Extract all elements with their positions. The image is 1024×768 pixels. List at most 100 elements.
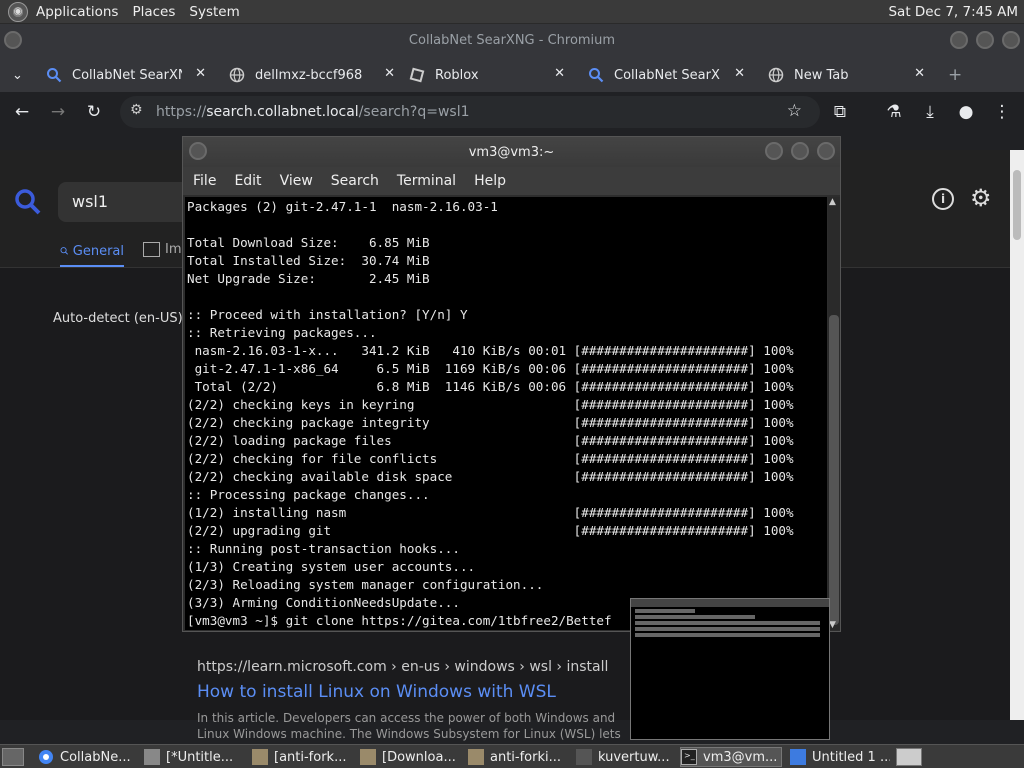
- distro-logo-icon[interactable]: ◉: [8, 1, 28, 22]
- minimize-icon[interactable]: [765, 142, 783, 160]
- terminal-line: Net Upgrade Size: 2.45 MiB: [187, 271, 430, 286]
- terminal-scroll-thumb[interactable]: [829, 315, 839, 625]
- tab-label: CollabNet SearXNG: [614, 67, 720, 83]
- terminal-titlebar[interactable]: vm3@vm3:~: [183, 137, 840, 167]
- globe-icon: [229, 67, 245, 83]
- tab-search-dropdown-icon[interactable]: ⌄: [12, 60, 28, 90]
- tab-close-icon[interactable]: ✕: [914, 66, 925, 81]
- result-url[interactable]: https://learn.microsoft.com › en-us › wi…: [197, 659, 608, 675]
- scrollbar-thumb[interactable]: [1013, 170, 1021, 240]
- minimize-icon[interactable]: [950, 31, 968, 49]
- taskbar-item-anti-fork[interactable]: [anti-fork...: [252, 747, 352, 767]
- menu-help[interactable]: Help: [474, 173, 506, 189]
- terminal-line: (2/3) Reloading system manager configura…: [187, 577, 544, 592]
- menu-edit[interactable]: Edit: [234, 173, 261, 189]
- task-label: [Downloa...: [382, 749, 456, 765]
- image-icon: [143, 242, 160, 257]
- menu-search[interactable]: Search: [331, 173, 379, 189]
- tab-new-tab[interactable]: New Tab ✕: [768, 60, 925, 90]
- taskbar: CollabNe... [*Untitle... [anti-fork... […: [0, 744, 1024, 768]
- preferences-gear-icon[interactable]: ⚙: [970, 184, 992, 212]
- places-menu[interactable]: Places: [128, 4, 185, 20]
- taskbar-item-kuvertuw[interactable]: kuvertuw...: [576, 747, 676, 767]
- language-select[interactable]: Auto-detect (en-US): [53, 311, 183, 326]
- terminal-output[interactable]: Packages (2) git-2.47.1-1 nasm-2.16.03-1…: [185, 197, 827, 630]
- kebab-menu-icon[interactable]: ⋮: [990, 100, 1014, 124]
- terminal-line: git-2.47.1-1-x86_64 6.5 MiB 1169 KiB/s 0…: [187, 361, 794, 376]
- search-input[interactable]: wsl1: [58, 182, 188, 222]
- browser-titlebar[interactable]: CollabNet SearXNG - Chromium: [0, 24, 1024, 56]
- site-settings-icon[interactable]: ⚙: [130, 102, 143, 118]
- folder-icon: [468, 749, 484, 765]
- terminal-scrollbar[interactable]: ▲ ▼: [828, 197, 840, 630]
- terminal-line: Total Installed Size: 30.74 MiB: [187, 253, 430, 268]
- system-menu[interactable]: System: [185, 4, 249, 20]
- tab-dellmxz[interactable]: dellmxz-bccf9689 ✕: [229, 60, 395, 90]
- new-tab-plus-icon[interactable]: +: [948, 60, 964, 90]
- profile-avatar-icon[interactable]: ●: [954, 100, 978, 124]
- workspace-switcher-icon[interactable]: [896, 748, 922, 766]
- panel-clock[interactable]: Sat Dec 7, 7:45 AM: [888, 4, 1024, 20]
- chromium-icon: [39, 750, 53, 764]
- result-title-link[interactable]: How to install Linux on Windows with WSL: [197, 682, 556, 702]
- terminal-lines: Packages (2) git-2.47.1-1 nasm-2.16.03-1…: [185, 197, 827, 630]
- labs-flask-icon[interactable]: ⚗: [882, 100, 906, 124]
- taskbar-item-chromium[interactable]: CollabNe...: [38, 747, 136, 767]
- folder-icon: [576, 749, 592, 765]
- taskbar-item-anti-forki[interactable]: anti-forki...: [468, 747, 568, 767]
- address-bar[interactable]: ⚙ https://search.collabnet.local/search?…: [120, 96, 820, 128]
- maximize-icon[interactable]: [976, 31, 994, 49]
- terminal-menubar: File Edit View Search Terminal Help: [183, 167, 840, 195]
- bookmark-star-icon[interactable]: ☆: [787, 101, 802, 121]
- terminal-line: (1/2) installing nasm [#################…: [187, 505, 794, 520]
- terminal-line: (2/2) checking package integrity [######…: [187, 415, 794, 430]
- window-menu-icon[interactable]: [4, 31, 22, 49]
- menu-terminal[interactable]: Terminal: [397, 173, 456, 189]
- tab-general[interactable]: General: [60, 242, 124, 267]
- tab-roblox[interactable]: Roblox ✕: [409, 60, 565, 90]
- scroll-down-arrow-icon[interactable]: ▼: [829, 620, 836, 630]
- terminal-line: :: Proceed with installation? [Y/n] Y: [187, 307, 468, 322]
- back-arrow-icon[interactable]: ←: [10, 100, 34, 124]
- download-icon[interactable]: ⤓: [918, 100, 942, 124]
- reload-icon[interactable]: ↻: [82, 100, 106, 124]
- scroll-up-arrow-icon[interactable]: ▲: [829, 197, 836, 207]
- terminal-line: :: Processing package changes...: [187, 487, 430, 502]
- tab-collabnet-1[interactable]: CollabNet SearXNG ✕: [46, 60, 206, 90]
- terminal-line: (2/2) loading package files [###########…: [187, 433, 794, 448]
- window-menu-icon[interactable]: [189, 142, 207, 160]
- close-window-icon[interactable]: [817, 142, 835, 160]
- terminal-line: nasm-2.16.03-1-x... 341.2 KiB 410 KiB/s …: [187, 343, 794, 358]
- applications-menu[interactable]: Applications: [32, 4, 128, 20]
- tab-close-icon[interactable]: ✕: [384, 66, 395, 81]
- task-label: vm3@vm...: [703, 749, 778, 765]
- browser-toolbar: ← → ↻ ⚙ https://search.collabnet.local/s…: [0, 92, 1024, 132]
- task-label: kuvertuw...: [598, 749, 670, 765]
- search-icon: [60, 247, 69, 255]
- maximize-icon[interactable]: [791, 142, 809, 160]
- url-host: search.collabnet.local: [206, 104, 359, 120]
- tab-close-icon[interactable]: ✕: [734, 66, 745, 81]
- taskbar-item-terminal[interactable]: >_ vm3@vm...: [680, 747, 782, 767]
- show-desktop-icon[interactable]: [2, 748, 24, 766]
- taskbar-item-untitled[interactable]: [*Untitle...: [144, 747, 244, 767]
- tab-label: Roblox: [435, 67, 479, 83]
- info-icon[interactable]: i: [932, 188, 954, 210]
- tab-close-icon[interactable]: ✕: [554, 66, 565, 81]
- menu-file[interactable]: File: [193, 173, 216, 189]
- close-window-icon[interactable]: [1002, 31, 1020, 49]
- extensions-icon[interactable]: ⧉: [828, 100, 852, 124]
- menu-view[interactable]: View: [280, 173, 313, 189]
- window-preview-thumbnail: [630, 598, 830, 740]
- tab-label: New Tab: [794, 67, 849, 83]
- tab-close-icon[interactable]: ✕: [195, 66, 206, 81]
- searxng-logo-icon[interactable]: [14, 188, 42, 216]
- terminal-line: :: Retrieving packages...: [187, 325, 377, 340]
- taskbar-item-downloads[interactable]: [Downloa...: [360, 747, 460, 767]
- terminal-line: (2/2) upgrading git [###################…: [187, 523, 794, 538]
- tab-collabnet-2[interactable]: CollabNet SearXNG ✕: [588, 60, 745, 90]
- taskbar-item-document[interactable]: Untitled 1 ...: [790, 747, 890, 767]
- page-scrollbar[interactable]: [1010, 150, 1024, 720]
- forward-arrow-icon[interactable]: →: [46, 100, 70, 124]
